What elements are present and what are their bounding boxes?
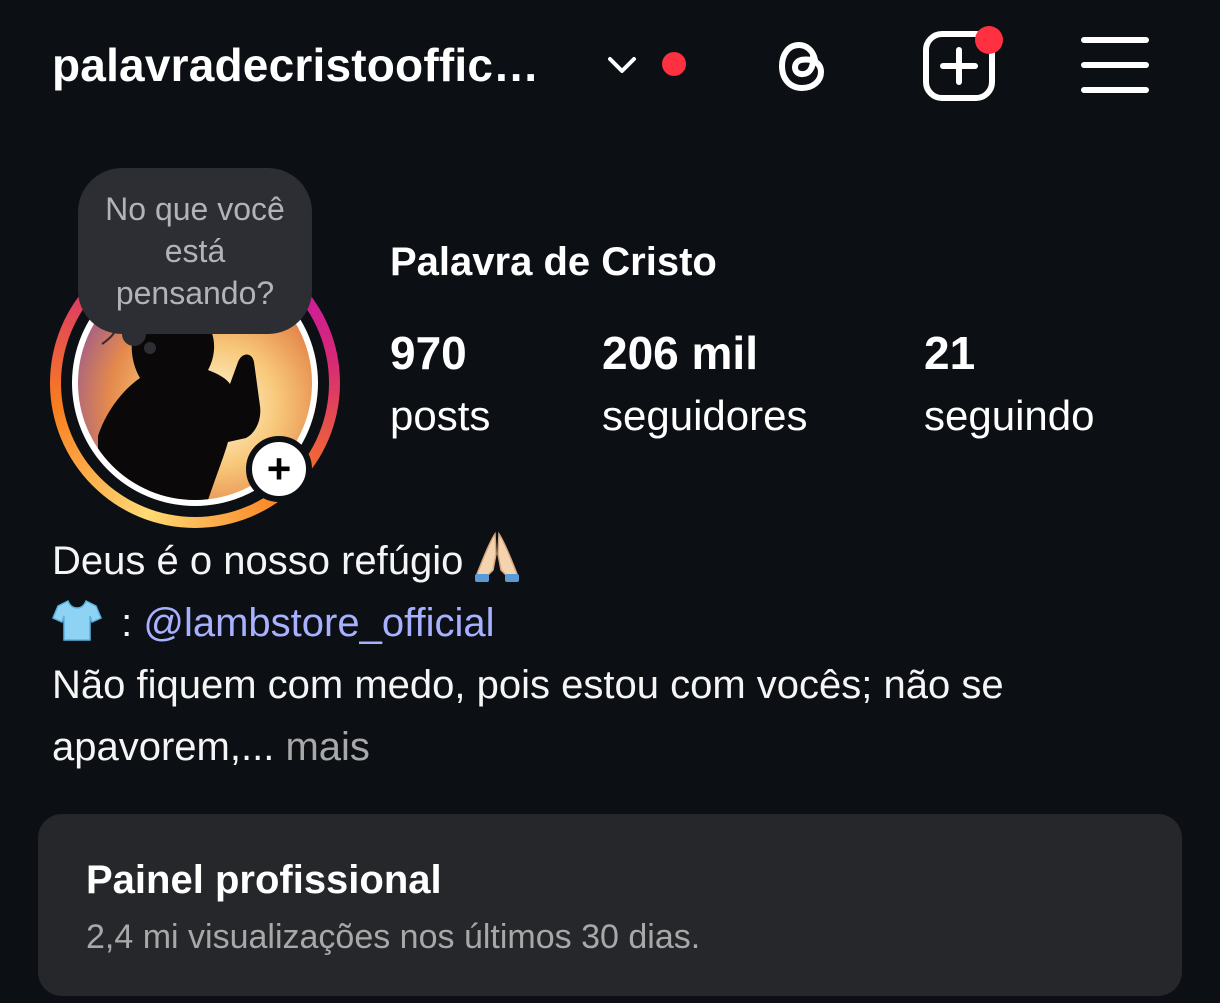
hamburger-menu-icon[interactable]: [1080, 34, 1150, 96]
notification-dot: [662, 52, 686, 76]
note-placeholder: No que você está pensando?: [105, 191, 285, 311]
bio-line: apavorem,... mais: [52, 716, 1172, 778]
profile-header: palavradecristooffic…: [0, 0, 1220, 130]
note-bubble[interactable]: No que você está pensando?: [78, 168, 312, 334]
stat-value: 21: [924, 327, 976, 379]
chevron-down-icon[interactable]: [604, 52, 640, 78]
profile-bio: Deus é o nosso refúgio : @lambstore_offi…: [52, 530, 1172, 778]
stat-label: posts: [390, 392, 491, 439]
bio-line: : @lambstore_official: [52, 592, 1172, 654]
new-content-dot: [975, 26, 1003, 54]
note-bubble-tail-dot: [144, 342, 156, 354]
t-shirt-icon: [52, 599, 102, 641]
bio-separator: :: [110, 601, 144, 645]
bio-text: Não fiquem com medo, pois estou com você…: [52, 663, 1004, 707]
bio-line: Deus é o nosso refúgio: [52, 530, 1172, 592]
bio-text: apavorem,...: [52, 725, 275, 769]
stat-followers[interactable]: 206 mil seguidores: [602, 326, 807, 452]
stat-value: 206 mil: [602, 327, 758, 379]
folded-hands-icon: [475, 531, 520, 582]
stat-following[interactable]: 21 seguindo: [924, 326, 1094, 452]
professional-dashboard-subtitle: 2,4 mi visualizações nos últimos 30 dias…: [86, 918, 701, 956]
account-username[interactable]: palavradecristooffic…: [52, 38, 539, 92]
professional-dashboard-card[interactable]: Painel profissional 2,4 mi visualizações…: [38, 814, 1182, 996]
bio-more-link[interactable]: mais: [274, 725, 369, 769]
profile-display-name: Palavra de Cristo: [390, 240, 717, 284]
stat-label: seguindo: [924, 392, 1095, 439]
stat-label: seguidores: [602, 392, 808, 439]
bio-text: Deus é o nosso refúgio: [52, 539, 464, 583]
stat-value: 970: [390, 327, 467, 379]
stat-posts[interactable]: 970 posts: [390, 326, 490, 452]
note-bubble-tail: [122, 322, 146, 346]
professional-dashboard-title: Painel profissional: [86, 858, 442, 902]
bio-mention-link[interactable]: @lambstore_official: [143, 601, 494, 645]
add-story-button[interactable]: +: [246, 436, 312, 502]
threads-icon[interactable]: [768, 30, 838, 102]
bio-line: Não fiquem com medo, pois estou com você…: [52, 654, 1172, 716]
